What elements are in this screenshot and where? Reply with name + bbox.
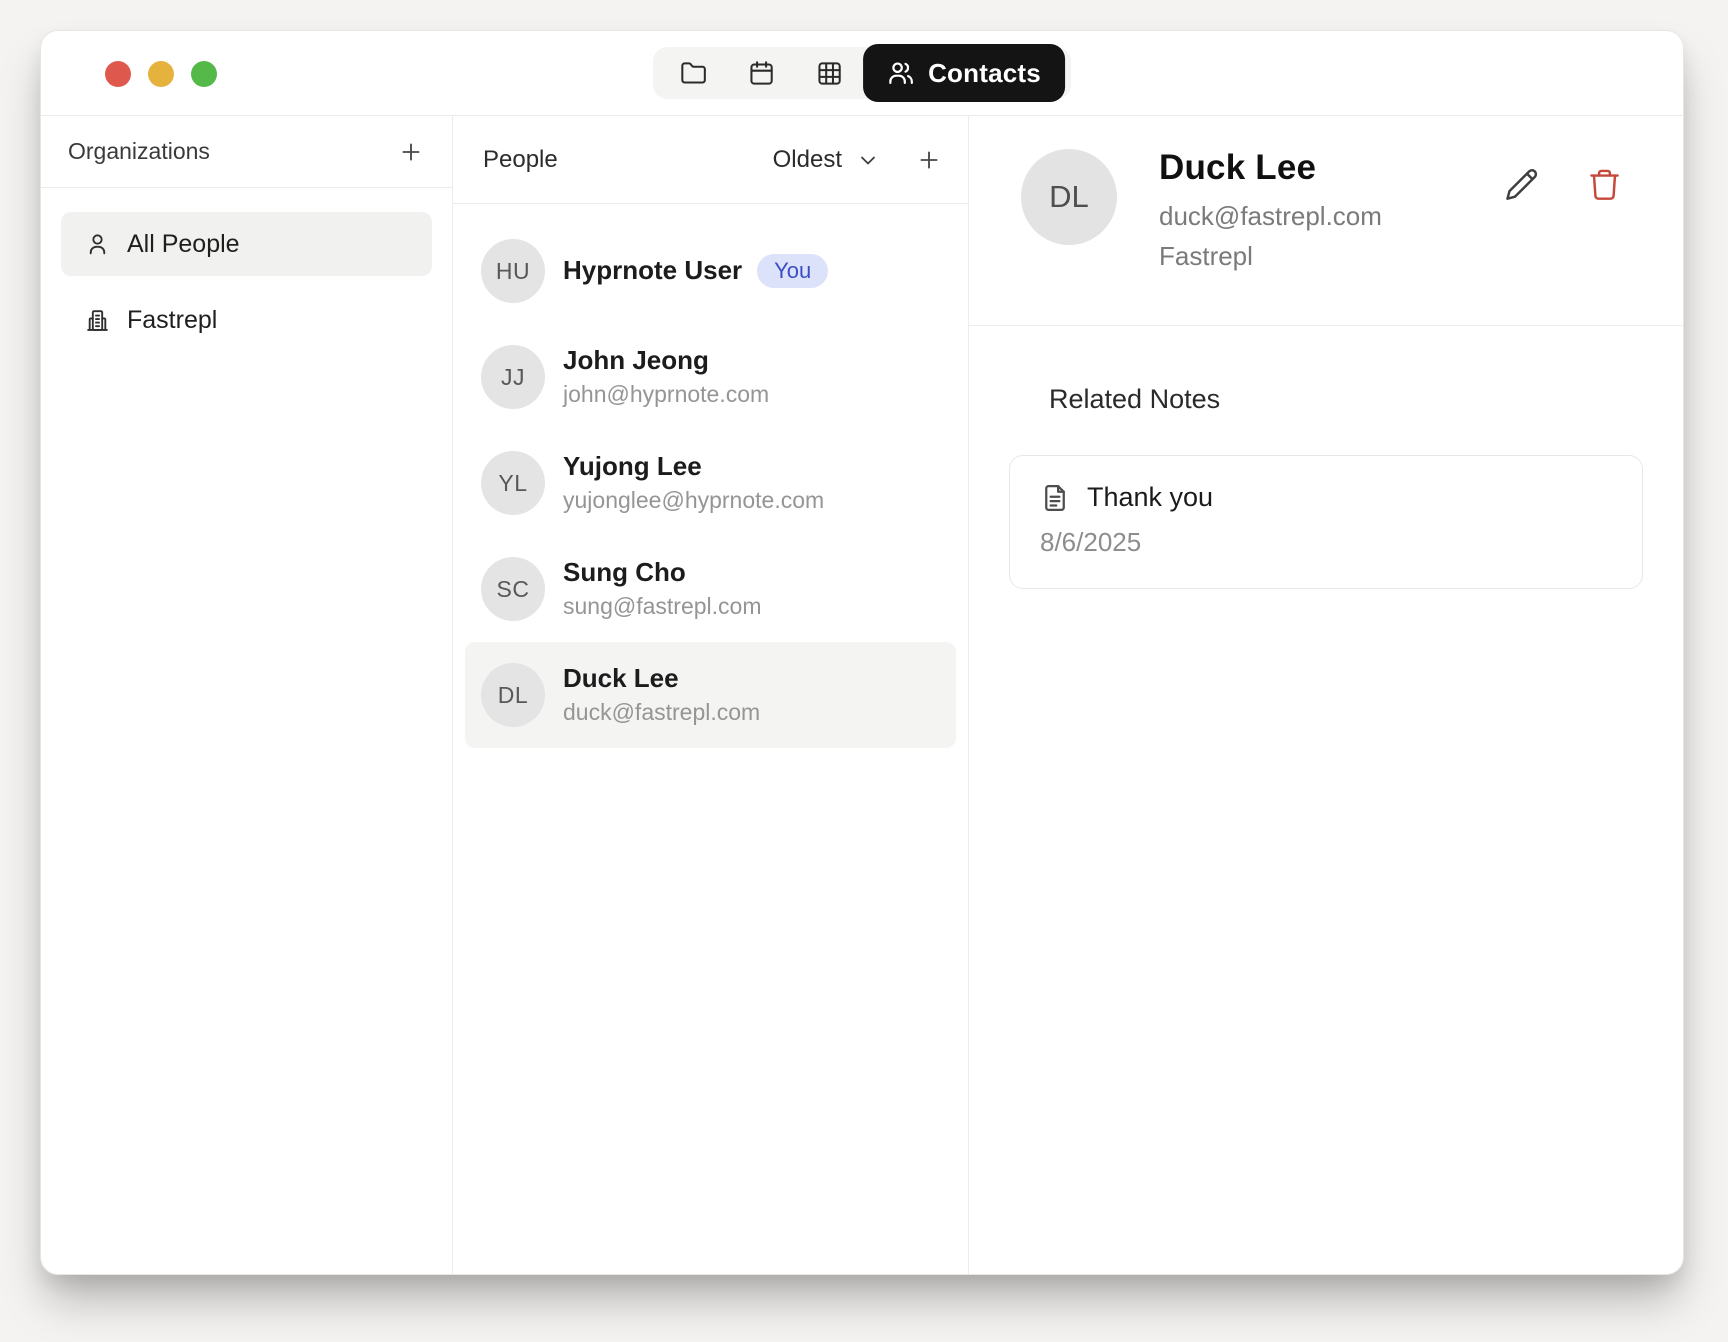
- delete-contact-button[interactable]: [1586, 166, 1623, 203]
- organizations-header: Organizations: [41, 116, 452, 188]
- person-email: john@hyprnote.com: [563, 381, 769, 408]
- users-icon: [887, 59, 915, 87]
- person-name: Sung Cho: [563, 558, 762, 588]
- app-window: Contacts Organizations All Peop: [40, 30, 1684, 1275]
- folder-icon: [680, 60, 707, 87]
- people-panel: People Oldest HU: [453, 116, 969, 1274]
- title-bar: Contacts: [41, 31, 1683, 116]
- contact-detail-body: Related Notes Thank you 8/6/2025: [969, 326, 1683, 589]
- person-row-sung-cho[interactable]: SC Sung Cho sung@fastrepl.com: [465, 536, 956, 642]
- trash-icon: [1586, 166, 1623, 203]
- avatar: DL: [481, 663, 545, 727]
- chevron-down-icon[interactable]: [856, 148, 880, 172]
- person-name: Yujong Lee: [563, 452, 824, 482]
- people-header: People Oldest: [453, 116, 968, 204]
- person-email: yujonglee@hyprnote.com: [563, 487, 824, 514]
- minimize-window-button[interactable]: [148, 61, 174, 87]
- zoom-window-button[interactable]: [191, 61, 217, 87]
- tab-notes[interactable]: [659, 47, 727, 99]
- person-email: sung@fastrepl.com: [563, 593, 762, 620]
- file-text-icon: [1040, 483, 1070, 513]
- avatar: JJ: [481, 345, 545, 409]
- person-row-hyprnote-user[interactable]: HU Hyprnote User You: [465, 218, 956, 324]
- edit-contact-button[interactable]: [1503, 166, 1540, 203]
- people-list: HU Hyprnote User You JJ John Jeong john@…: [453, 204, 968, 762]
- building-icon: [85, 308, 110, 333]
- add-person-button[interactable]: [916, 147, 942, 173]
- plus-icon: [916, 147, 942, 173]
- person-email: duck@fastrepl.com: [563, 699, 760, 726]
- plus-icon: [398, 139, 424, 165]
- avatar: SC: [481, 557, 545, 621]
- person-name: John Jeong: [563, 346, 769, 376]
- person-name: Hyprnote User: [563, 256, 742, 286]
- close-window-button[interactable]: [105, 61, 131, 87]
- sidebar-item-fastrepl[interactable]: Fastrepl: [61, 288, 432, 352]
- user-icon: [85, 232, 110, 257]
- tab-contacts[interactable]: Contacts: [863, 44, 1065, 102]
- calendar-icon: [748, 60, 775, 87]
- sidebar-item-label: All People: [127, 230, 240, 259]
- related-notes-title: Related Notes: [1049, 384, 1643, 415]
- related-note-card[interactable]: Thank you 8/6/2025: [1009, 455, 1643, 589]
- contact-name: Duck Lee: [1159, 148, 1382, 188]
- organizations-sidebar: Organizations All People: [41, 116, 453, 1274]
- view-switcher: Contacts: [653, 47, 1071, 99]
- table-icon: [816, 60, 843, 87]
- note-title: Thank you: [1087, 482, 1213, 513]
- main-content: Organizations All People: [41, 116, 1683, 1274]
- pencil-icon: [1503, 166, 1540, 203]
- person-row-john-jeong[interactable]: JJ John Jeong john@hyprnote.com: [465, 324, 956, 430]
- tab-calendar[interactable]: [727, 47, 795, 99]
- person-name: Duck Lee: [563, 664, 760, 694]
- note-date: 8/6/2025: [1040, 527, 1612, 558]
- tab-table[interactable]: [795, 47, 863, 99]
- sidebar-item-label: Fastrepl: [127, 306, 217, 335]
- avatar: HU: [481, 239, 545, 303]
- person-row-duck-lee[interactable]: DL Duck Lee duck@fastrepl.com: [465, 642, 956, 748]
- avatar: DL: [1021, 149, 1117, 245]
- contact-detail-header: DL Duck Lee duck@fastrepl.com Fastrepl: [969, 116, 1683, 326]
- traffic-lights: [105, 61, 217, 87]
- sort-dropdown[interactable]: Oldest: [773, 146, 842, 174]
- tab-contacts-label: Contacts: [928, 58, 1041, 89]
- organizations-title: Organizations: [68, 138, 210, 165]
- contact-email: duck@fastrepl.com: [1159, 201, 1382, 232]
- person-row-yujong-lee[interactable]: YL Yujong Lee yujonglee@hyprnote.com: [465, 430, 956, 536]
- add-organization-button[interactable]: [398, 139, 424, 165]
- contact-organization: Fastrepl: [1159, 241, 1382, 272]
- contact-detail-panel: DL Duck Lee duck@fastrepl.com Fastrepl: [969, 116, 1683, 1274]
- you-badge: You: [757, 254, 828, 288]
- sidebar-item-all-people[interactable]: All People: [61, 212, 432, 276]
- contact-actions: [1503, 166, 1623, 203]
- avatar: YL: [481, 451, 545, 515]
- people-title: People: [483, 146, 558, 174]
- organizations-list: All People Fastrepl: [41, 188, 452, 352]
